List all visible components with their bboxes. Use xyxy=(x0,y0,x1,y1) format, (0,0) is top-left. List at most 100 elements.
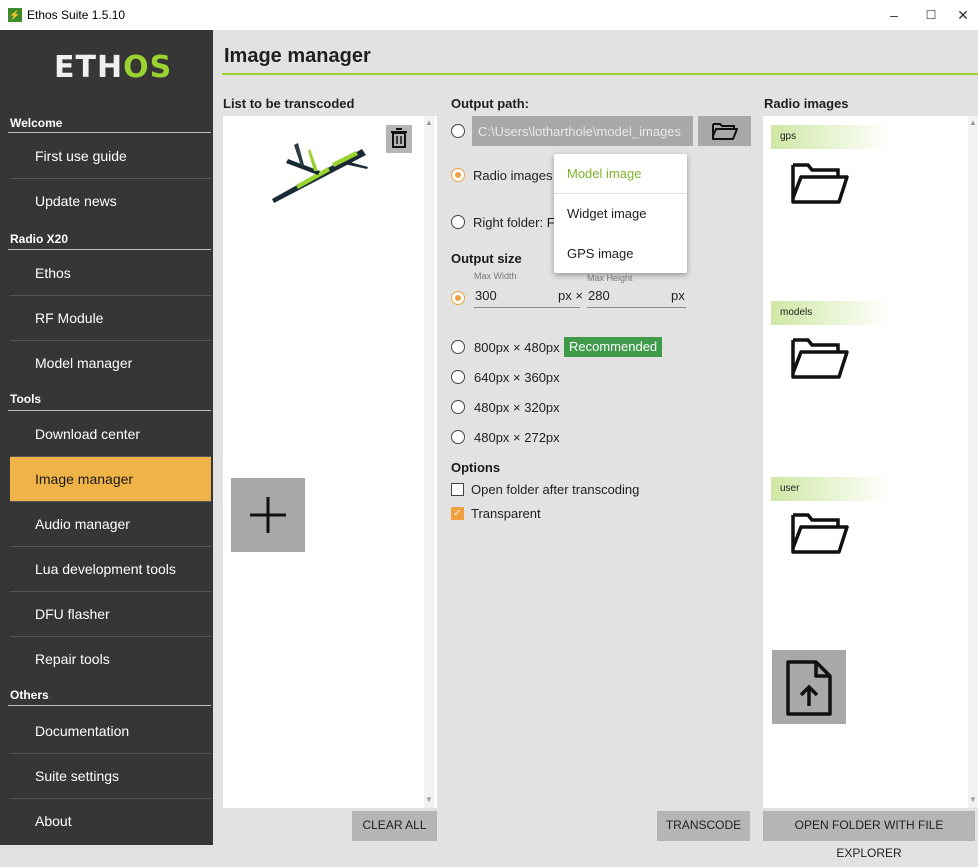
sidebar-item-lua-development-tools[interactable]: Lua development tools xyxy=(10,547,211,591)
size-640x360-label: 640px × 360px xyxy=(474,370,560,385)
file-upload-icon xyxy=(786,660,832,716)
scroll-up-arrow-icon[interactable]: ▲ xyxy=(969,118,977,127)
clear-all-button[interactable]: CLEAR ALL xyxy=(352,811,437,841)
plus-icon xyxy=(250,497,286,533)
minimize-button[interactable]: – xyxy=(879,4,909,26)
open-folder-label: Open folder after transcoding xyxy=(471,482,640,497)
sidebar-item-repair-tools[interactable]: Repair tools xyxy=(10,637,211,681)
size-480x320-label: 480px × 320px xyxy=(474,400,560,415)
scroll-down-arrow-icon[interactable]: ▼ xyxy=(969,795,977,804)
sidebar-item-label: Repair tools xyxy=(35,651,110,667)
logo-part2: OS xyxy=(123,50,173,85)
sidebar-item-label: RF Module xyxy=(35,310,104,326)
sidebar-item-ethos[interactable]: Ethos xyxy=(10,251,211,295)
folder-user-icon[interactable] xyxy=(788,510,852,558)
upload-file-button[interactable] xyxy=(772,650,846,724)
menu-item-gps-image[interactable]: GPS image xyxy=(554,234,687,274)
transcode-list-panel xyxy=(223,116,437,808)
sidebar-item-label: Lua development tools xyxy=(35,561,176,577)
menu-item-model-image[interactable]: Model image xyxy=(554,154,687,194)
options-heading: Options xyxy=(451,460,501,475)
maximize-button[interactable]: ☐ xyxy=(916,4,946,26)
height-input[interactable]: 280 xyxy=(588,288,610,303)
menu-item-widget-image[interactable]: Widget image xyxy=(554,194,687,234)
section-divider xyxy=(8,132,211,133)
right-folder-radio[interactable] xyxy=(451,215,465,229)
folder-label-user: user xyxy=(771,477,891,501)
open-folder-checkbox[interactable] xyxy=(451,483,464,496)
size-480x272-radio[interactable] xyxy=(451,430,465,444)
width-input[interactable]: 300 xyxy=(475,288,497,303)
radio-images-label: Radio images xyxy=(473,168,553,183)
close-button[interactable]: ✕ xyxy=(948,4,978,26)
sidebar-item-label: Model manager xyxy=(35,355,133,371)
sidebar-item-first-use-guide[interactable]: First use guide xyxy=(10,134,211,178)
open-file-explorer-button[interactable]: OPEN FOLDER WITH FILE EXPLORER xyxy=(763,811,975,860)
section-radio: Radio X20 xyxy=(10,232,69,246)
page-title: Image manager xyxy=(224,45,371,67)
radio-images-scrollbar[interactable] xyxy=(968,116,978,808)
sidebar-item-download-center[interactable]: Download center xyxy=(10,412,211,456)
sidebar-item-audio-manager[interactable]: Audio manager xyxy=(10,502,211,546)
sidebar-item-dfu-flasher[interactable]: DFU flasher xyxy=(10,592,211,636)
sidebar-item-update-news[interactable]: Update news xyxy=(10,179,211,223)
sidebar-item-label: DFU flasher xyxy=(35,606,110,622)
size-480x272-label: 480px × 272px xyxy=(474,430,560,445)
size-800x480-radio[interactable] xyxy=(451,340,465,354)
sidebar-item-image-manager[interactable]: Image manager xyxy=(10,457,211,501)
sidebar-item-label: Update news xyxy=(35,193,117,209)
sidebar-item-label: Image manager xyxy=(35,471,134,487)
transcode-button[interactable]: TRANSCODE xyxy=(657,811,750,841)
sidebar-item-label: Suite settings xyxy=(35,768,120,784)
add-image-button[interactable] xyxy=(231,478,305,552)
radio-images-radio[interactable] xyxy=(451,168,465,182)
section-tools: Tools xyxy=(10,392,42,406)
folder-models-icon[interactable] xyxy=(788,335,852,383)
scroll-down-arrow-icon[interactable]: ▼ xyxy=(425,795,433,804)
max-width-label: Max Width xyxy=(474,271,517,281)
output-path-heading: Output path: xyxy=(451,96,529,111)
sidebar-item-label: First use guide xyxy=(35,148,127,164)
output-path-radio[interactable] xyxy=(451,124,465,138)
output-path-value: C:\Users\lotharthole\model_images xyxy=(478,124,682,139)
logo-part1: ETH xyxy=(54,50,124,85)
window-title: Ethos Suite 1.5.10 xyxy=(27,8,126,22)
sidebar-item-suite-settings[interactable]: Suite settings xyxy=(10,754,211,798)
sidebar-item-model-manager[interactable]: Model manager xyxy=(10,341,211,385)
size-800x480-label: 800px × 480px xyxy=(474,340,560,355)
list-scrollbar[interactable] xyxy=(424,116,434,808)
folder-gps-icon[interactable] xyxy=(788,160,852,208)
right-folder-label: Right folder: F xyxy=(473,215,555,230)
delete-image-button[interactable] xyxy=(386,125,412,153)
radio-images-heading: Radio images xyxy=(764,96,849,111)
height-unit: px xyxy=(671,288,685,303)
glider-thumbnail[interactable] xyxy=(268,135,372,207)
output-size-heading: Output size xyxy=(451,251,522,266)
trash-icon xyxy=(391,128,407,148)
ethos-app-icon: ⚡ xyxy=(8,8,22,22)
size-480x320-radio[interactable] xyxy=(451,400,465,414)
sidebar-item-label: Audio manager xyxy=(35,516,130,532)
sidebar-item-label: About xyxy=(35,813,72,829)
section-divider xyxy=(8,249,211,250)
transparent-label: Transparent xyxy=(471,506,541,521)
sidebar-item-label: Documentation xyxy=(35,723,130,739)
height-underline xyxy=(587,307,686,308)
width-unit: px × xyxy=(558,288,583,303)
list-heading: List to be transcoded xyxy=(223,96,355,111)
title-underline xyxy=(222,73,978,75)
sidebar-item-documentation[interactable]: Documentation xyxy=(10,709,211,753)
section-welcome: Welcome xyxy=(10,116,63,130)
sidebar-item-about[interactable]: About xyxy=(10,799,211,843)
browse-folder-button[interactable] xyxy=(698,116,751,146)
custom-size-radio[interactable] xyxy=(451,291,465,305)
section-divider xyxy=(8,705,211,706)
folder-open-icon xyxy=(712,123,738,140)
scroll-up-arrow-icon[interactable]: ▲ xyxy=(425,118,433,127)
sidebar-item-label: Download center xyxy=(35,426,141,442)
size-640x360-radio[interactable] xyxy=(451,370,465,384)
sidebar-item-label: Ethos xyxy=(35,265,71,281)
transparent-checkbox[interactable]: ✓ xyxy=(451,507,464,520)
recommended-badge: Recommended xyxy=(564,337,663,357)
sidebar-item-rf-module[interactable]: RF Module xyxy=(10,296,211,340)
